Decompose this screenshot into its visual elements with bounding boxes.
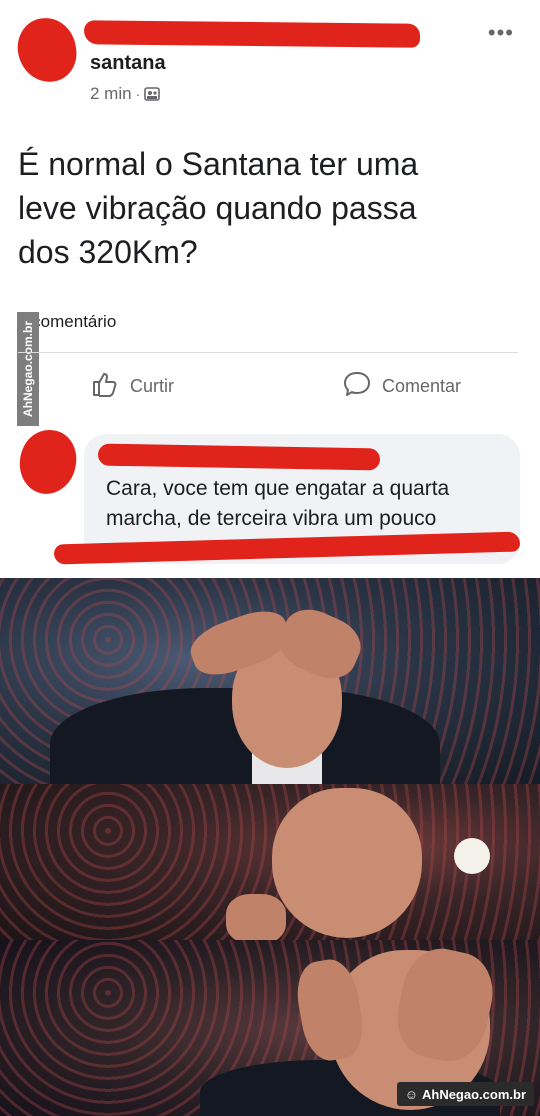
- meta-separator: ·: [135, 86, 141, 102]
- stadium-light: [454, 838, 490, 874]
- man-head: [272, 788, 422, 938]
- post-time[interactable]: 2 min: [90, 84, 132, 104]
- censored-name-scribble: [83, 20, 421, 48]
- censored-commenter-avatar: [16, 427, 80, 497]
- facebook-post: santana 2 min · ••• É normal o Santana t…: [0, 0, 540, 578]
- censored-avatar: [13, 14, 81, 86]
- post-meta: 2 min ·: [90, 84, 161, 104]
- reaction-image-2: [0, 784, 540, 940]
- hands-clasped: [226, 894, 286, 940]
- thumbs-up-icon: [90, 369, 120, 404]
- post-text: É normal o Santana ter uma leve vibração…: [18, 146, 419, 270]
- like-label: Curtir: [130, 375, 174, 396]
- comment-button[interactable]: Comentar: [342, 366, 461, 406]
- speech-bubble-icon: [342, 369, 372, 404]
- comment-label: Comentar: [382, 375, 462, 396]
- site-watermark-badge: ☺ AhNegao.com.br: [396, 1082, 534, 1106]
- friends-privacy-icon: [144, 86, 161, 102]
- side-watermark: AhNegao.com.br: [17, 312, 39, 426]
- like-button[interactable]: Curtir: [90, 366, 174, 406]
- more-options-button[interactable]: •••: [488, 20, 514, 46]
- actions-divider: [18, 352, 518, 353]
- post-author[interactable]: santana: [90, 52, 166, 75]
- smiley-icon: ☺: [404, 1086, 418, 1102]
- reaction-image-1: [0, 578, 540, 784]
- badge-text: AhNegao.com.br: [421, 1086, 526, 1102]
- side-watermark-text: AhNegao.com.br: [21, 320, 36, 418]
